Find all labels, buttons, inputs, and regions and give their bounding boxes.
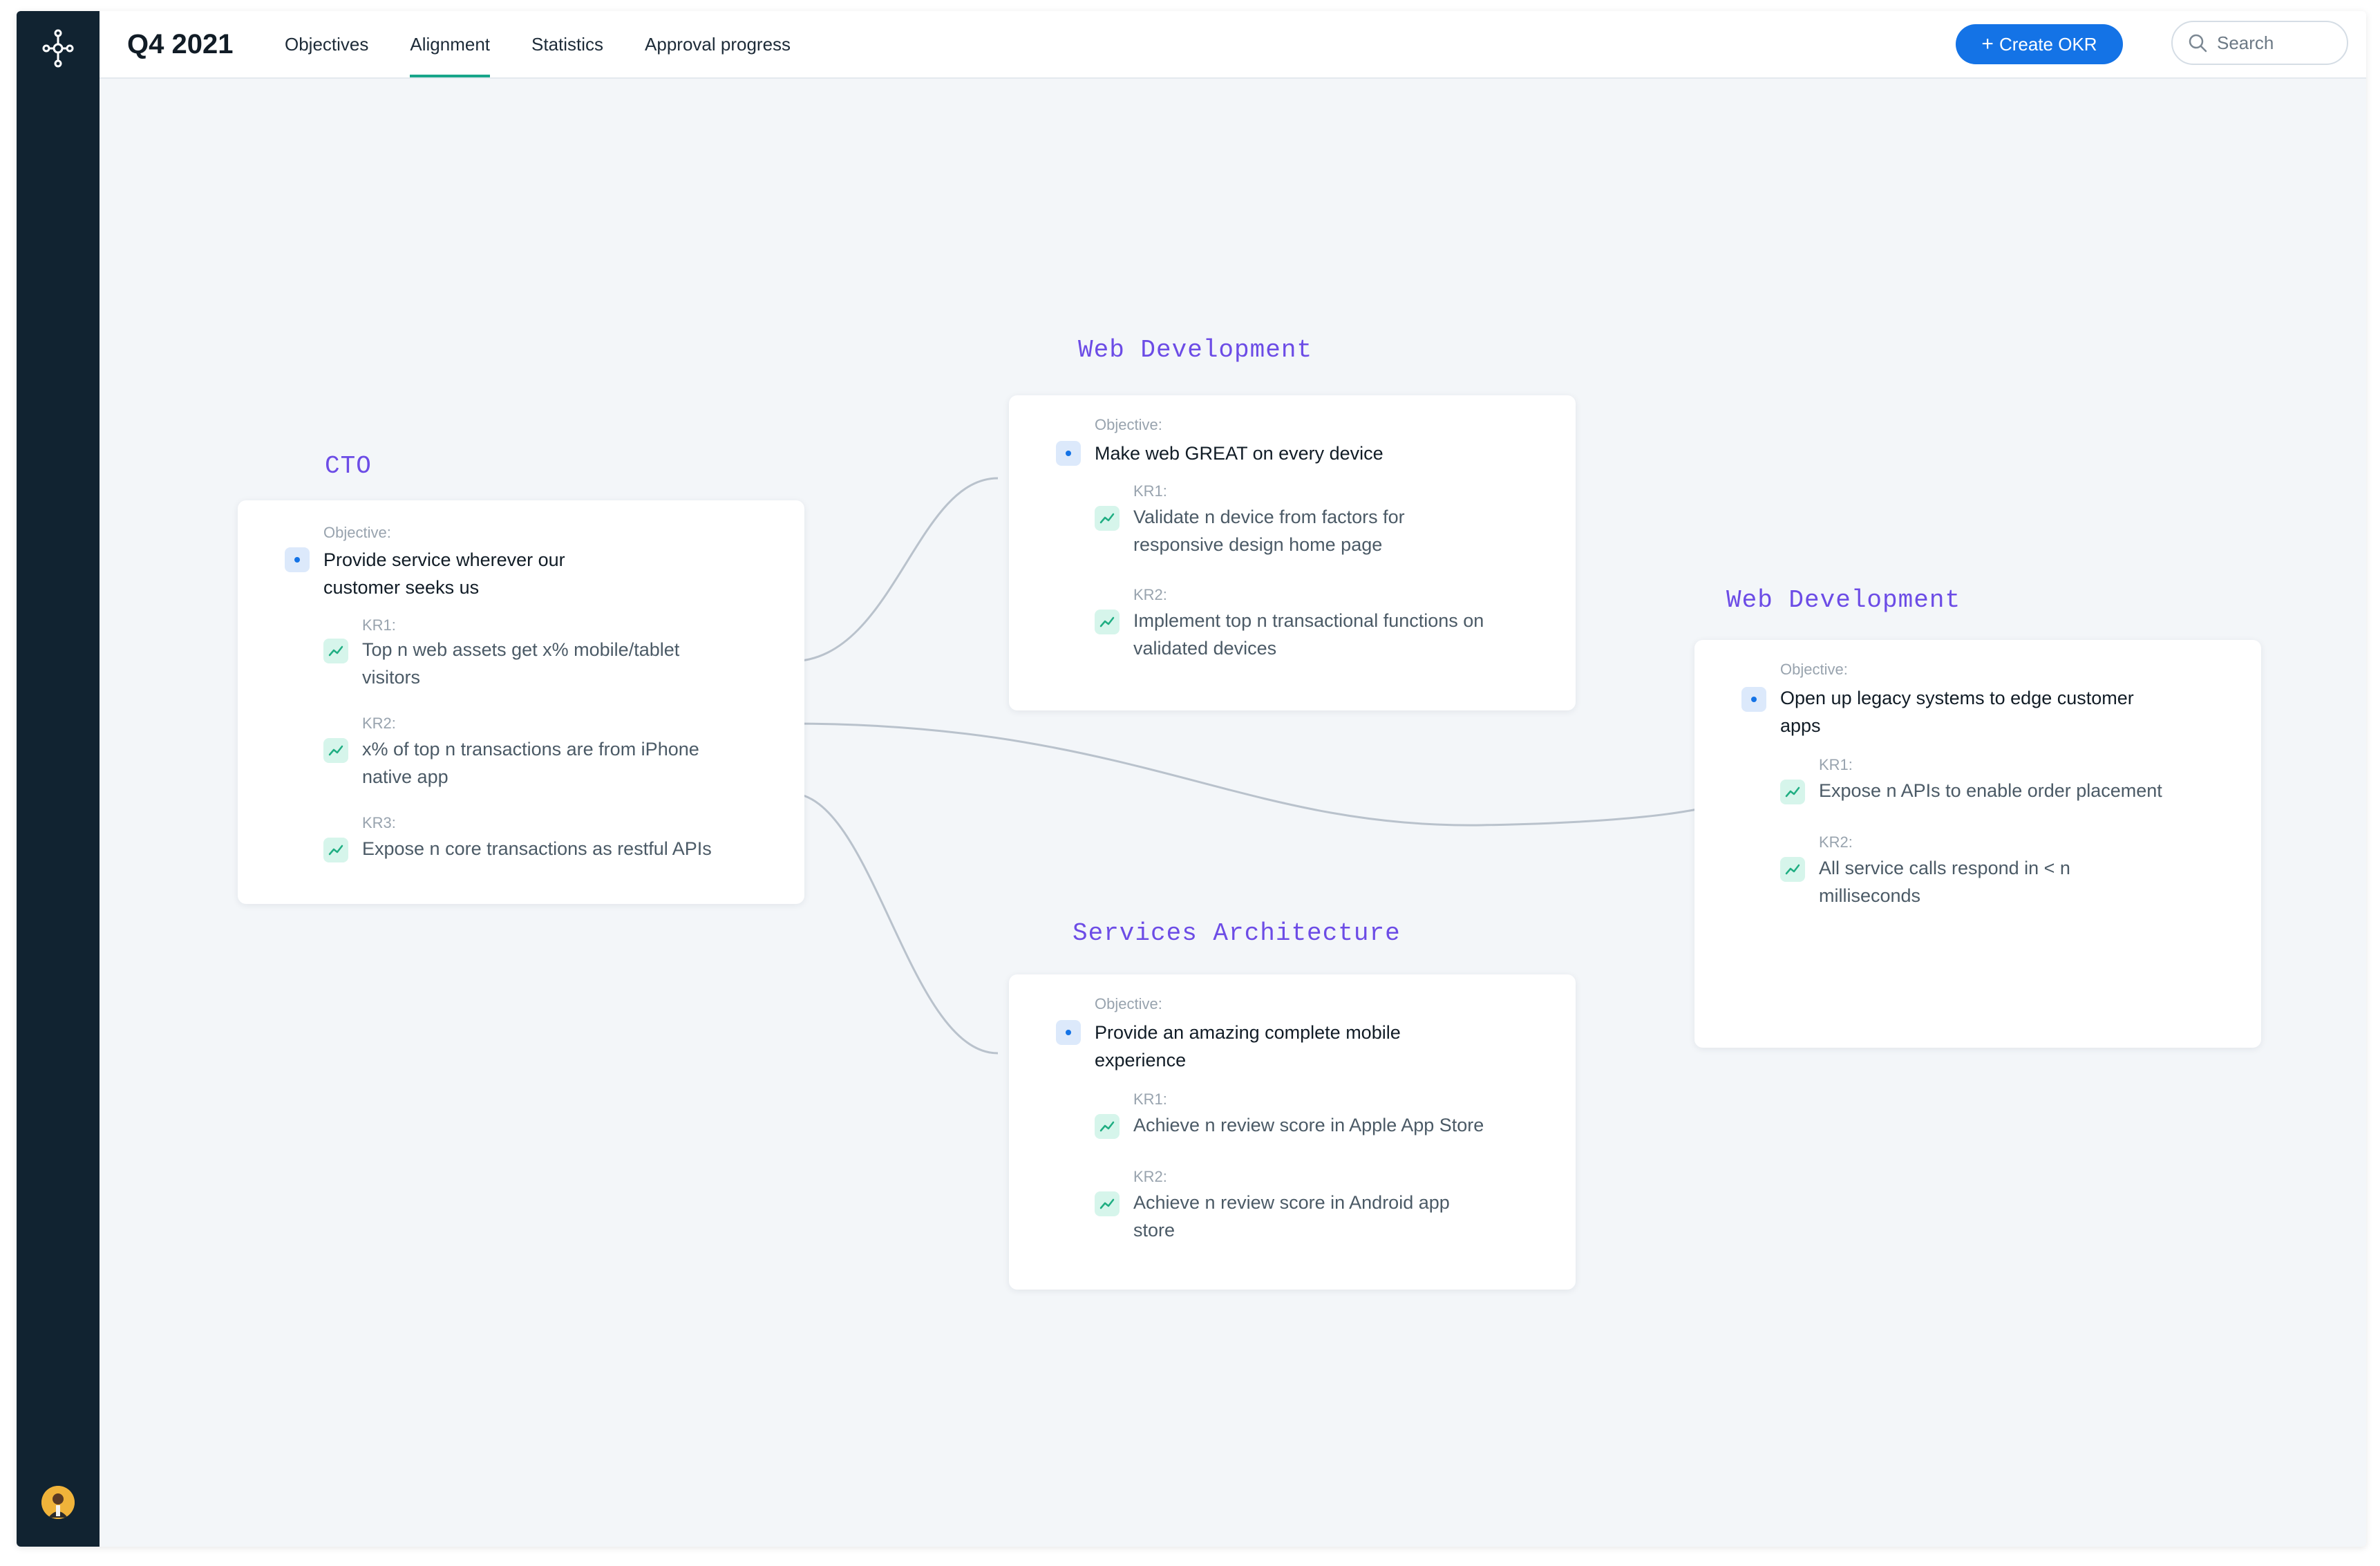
kr-label: KR2: — [362, 715, 396, 732]
tab-alignment[interactable]: Alignment — [410, 11, 490, 77]
objective-caption: Objective: — [1780, 661, 1848, 678]
kr-label: KR1: — [362, 616, 396, 634]
key-result-text: Achieve n review score in Apple App Stor… — [1133, 1115, 1484, 1135]
objective-title: Provide service wherever our customer se… — [323, 549, 565, 598]
okr-card-cto[interactable]: Objective: Provide service wherever our … — [238, 500, 804, 904]
connector-cto-to-services — [790, 792, 999, 1055]
trend-up-icon — [1780, 780, 1805, 804]
team-label-services-architecture: Services Architecture — [1073, 919, 1401, 947]
key-result-text: Implement top n transactional functions … — [1133, 610, 1484, 659]
trend-up-icon — [1095, 1114, 1120, 1139]
okr-card-services-architecture[interactable]: Objective: Provide an amazing complete m… — [1009, 974, 1576, 1290]
top-bar: Q4 2021 Objectives Alignment Statistics … — [100, 11, 2366, 79]
tab-approval-progress[interactable]: Approval progress — [645, 11, 791, 77]
kr-label: KR2: — [1819, 833, 1853, 851]
create-okr-label: Create OKR — [1999, 33, 2097, 55]
objective-dot-icon — [1741, 687, 1766, 712]
sidebar — [17, 11, 100, 1547]
objective-dot-icon — [1056, 1020, 1081, 1045]
trend-up-icon — [1095, 1191, 1120, 1216]
page-title: Q4 2021 — [127, 29, 234, 59]
kr-label: KR1: — [1133, 482, 1167, 500]
connector-cto-to-legacy — [790, 722, 1708, 827]
tab-objectives[interactable]: Objectives — [285, 11, 368, 77]
trend-up-icon — [1095, 610, 1120, 634]
team-label-web-development-2: Web Development — [1726, 586, 1961, 614]
key-result-text: Expose n APIs to enable order placement — [1819, 780, 2162, 801]
objective-title: Make web GREAT on every device — [1095, 443, 1383, 464]
tab-statistics[interactable]: Statistics — [531, 11, 603, 77]
objective-title: Open up legacy systems to edge customer … — [1780, 688, 2134, 736]
objective-caption: Objective: — [1095, 995, 1162, 1012]
trend-up-icon — [1095, 506, 1120, 531]
trend-up-icon — [323, 639, 348, 663]
key-result-text: All service calls respond in < n millise… — [1819, 858, 2070, 906]
kr-label: KR1: — [1133, 1091, 1167, 1108]
nav-tabs: Objectives Alignment Statistics Approval… — [285, 11, 832, 77]
search-box[interactable] — [2171, 21, 2348, 65]
team-label-cto: CTO — [325, 452, 372, 480]
search-input[interactable] — [2216, 31, 2336, 55]
create-okr-button[interactable]: + Create OKR — [1956, 24, 2123, 64]
team-label-web-development: Web Development — [1078, 336, 1313, 364]
kr-label: KR2: — [1133, 1168, 1167, 1185]
key-result-text: Top n web assets get x% mobile/tablet vi… — [362, 639, 680, 688]
kr-label: KR2: — [1133, 586, 1167, 603]
okr-card-legacy-systems[interactable]: Objective: Open up legacy systems to edg… — [1694, 640, 2261, 1048]
app-window: Q4 2021 Objectives Alignment Statistics … — [17, 11, 2366, 1547]
user-avatar[interactable] — [41, 1486, 75, 1519]
alignment-canvas: CTO Objective: Provide service wherever … — [100, 79, 2366, 1547]
key-result-text: Validate n device from factors for respo… — [1133, 507, 1405, 555]
trend-up-icon — [1780, 857, 1805, 882]
objective-caption: Objective: — [323, 524, 391, 541]
objective-title: Provide an amazing complete mobile exper… — [1095, 1022, 1401, 1070]
key-result-text: Achieve n review score in Android app st… — [1133, 1192, 1450, 1240]
trend-up-icon — [323, 738, 348, 763]
key-result-text: Expose n core transactions as restful AP… — [362, 838, 712, 859]
objective-caption: Objective: — [1095, 416, 1162, 433]
okr-card-web-development[interactable]: Objective: Make web GREAT on every devic… — [1009, 395, 1576, 710]
kr-label: KR3: — [362, 814, 396, 831]
plus-icon: + — [1981, 32, 1994, 55]
trend-up-icon — [323, 838, 348, 862]
key-result-text: x% of top n transactions are from iPhone… — [362, 739, 699, 787]
objective-dot-icon — [1056, 441, 1081, 466]
connector-cto-to-web-dev — [790, 477, 999, 663]
kr-label: KR1: — [1819, 756, 1853, 773]
objective-dot-icon — [285, 547, 310, 572]
network-nodes-icon[interactable] — [41, 26, 75, 70]
search-icon — [2189, 34, 2207, 53]
